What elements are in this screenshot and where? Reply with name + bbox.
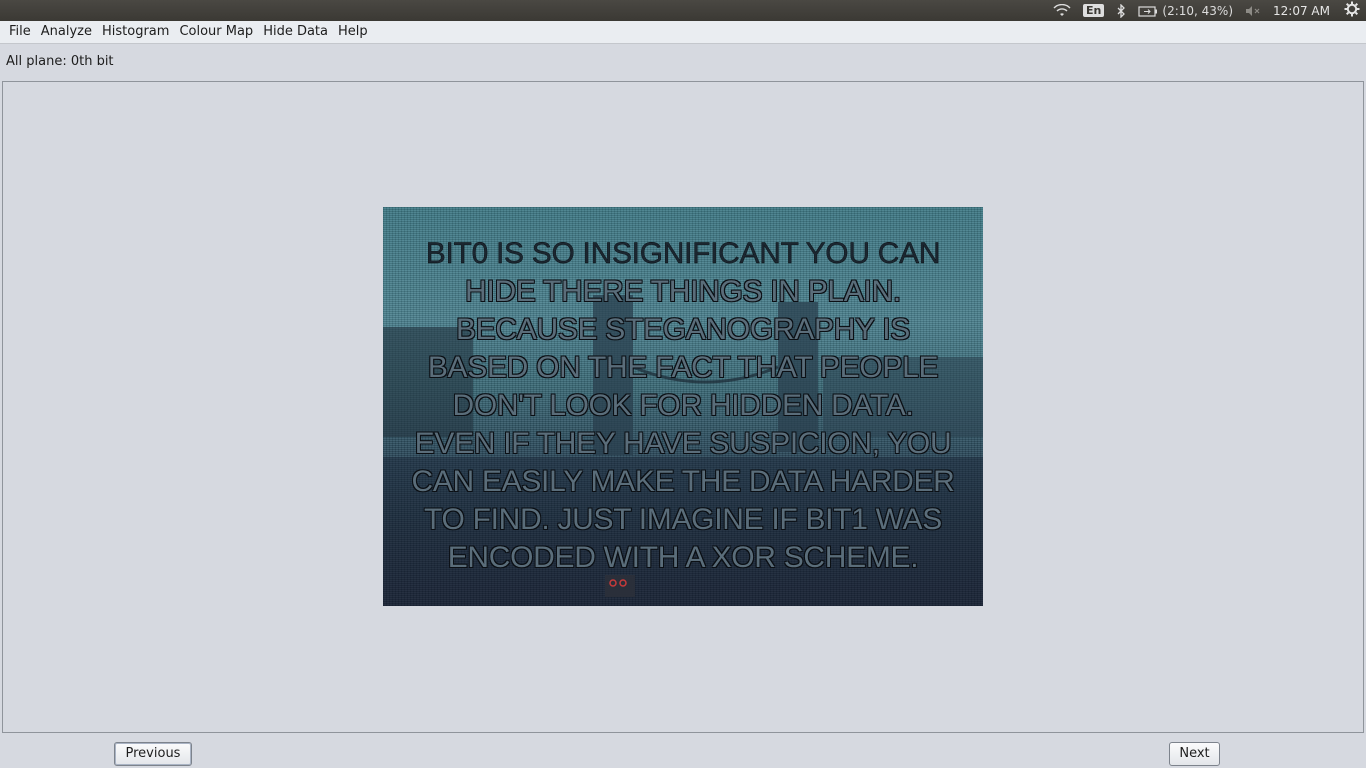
message-line: HIDE THERE THINGS IN PLAIN. — [465, 275, 901, 308]
menu-hide-data[interactable]: Hide Data — [258, 21, 333, 43]
gear-icon[interactable] — [1344, 1, 1360, 20]
volume-muted-icon[interactable] — [1245, 5, 1261, 17]
system-tray: En (2:10, 43%) 12:07 AM — [1053, 0, 1366, 21]
menu-analyze[interactable]: Analyze — [36, 21, 97, 43]
message-line: EVEN IF THEY HAVE SUSPICION, YOU — [414, 427, 952, 460]
next-button[interactable]: Next — [1169, 742, 1220, 766]
keyboard-layout-label: En — [1083, 4, 1105, 17]
battery-indicator[interactable]: (2:10, 43%) — [1138, 4, 1233, 18]
message-line: BASED ON THE FACT THAT PEOPLE — [427, 351, 939, 384]
message-line: DON'T LOOK FOR HIDDEN DATA. — [452, 389, 914, 422]
hidden-message-text: BIT0 IS SO INSIGNIFICANT YOU CAN HIDE TH… — [383, 235, 983, 577]
menu-colour-map[interactable]: Colour Map — [174, 21, 258, 43]
message-line: BECAUSE STEGANOGRAPHY IS — [455, 313, 911, 346]
message-line: BIT0 IS SO INSIGNIFICANT YOU CAN — [425, 237, 941, 270]
wifi-icon[interactable] — [1053, 3, 1071, 18]
menu-help[interactable]: Help — [333, 21, 373, 43]
bitplane-image: BIT0 IS SO INSIGNIFICANT YOU CAN HIDE TH… — [383, 207, 983, 606]
clock[interactable]: 12:07 AM — [1273, 4, 1330, 18]
menubar: File Analyze Histogram Colour Map Hide D… — [0, 21, 1366, 44]
plane-label: All plane: 0th bit — [6, 54, 114, 69]
battery-icon — [1138, 5, 1158, 17]
message-line: TO FIND. JUST IMAGINE IF BIT1 WAS — [424, 503, 942, 536]
message-line: CAN EASILY MAKE THE DATA HARDER — [411, 465, 955, 498]
message-line: ENCODED WITH A XOR SCHEME. — [447, 541, 919, 574]
bluetooth-icon[interactable] — [1116, 3, 1126, 18]
keyboard-layout-indicator[interactable]: En — [1083, 4, 1105, 17]
previous-button[interactable]: Previous — [114, 742, 192, 766]
system-top-panel: En (2:10, 43%) 12:07 AM — [0, 0, 1366, 21]
menu-file[interactable]: File — [0, 21, 36, 43]
battery-status-text: (2:10, 43%) — [1162, 3, 1234, 18]
menu-histogram[interactable]: Histogram — [97, 21, 174, 43]
image-viewport[interactable]: BIT0 IS SO INSIGNIFICANT YOU CAN HIDE TH… — [2, 81, 1364, 733]
